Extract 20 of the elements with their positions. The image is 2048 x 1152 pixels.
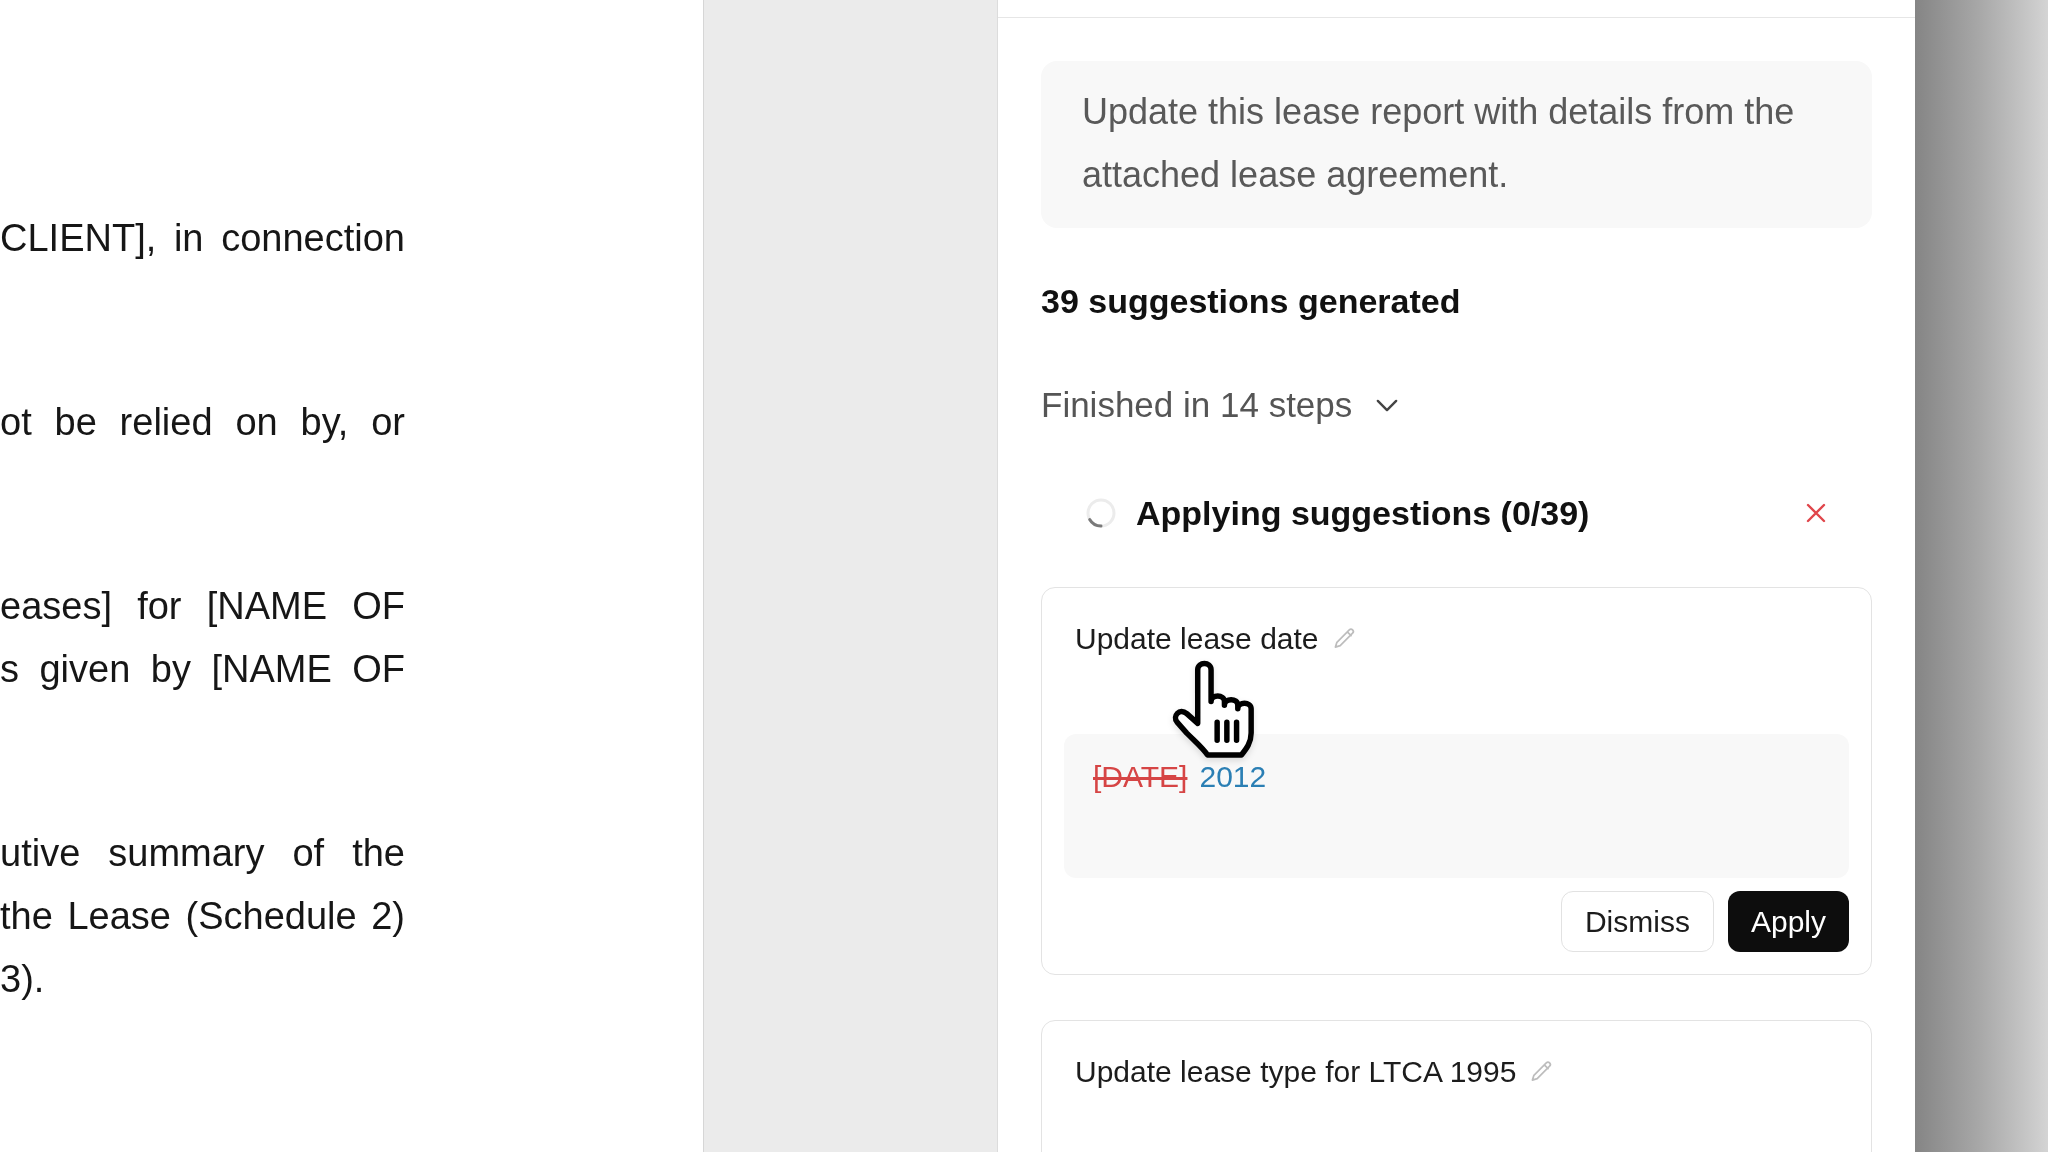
document-text: the Lease (Schedule 2)	[0, 894, 405, 939]
dismiss-button[interactable]: Dismiss	[1560, 891, 1714, 952]
summary-heading: 39 suggestions generated	[1041, 281, 1461, 322]
document-text: s given by [NAME OF	[0, 647, 405, 692]
document-text: ot be relied on by, or	[0, 400, 405, 445]
document-text: 3).	[0, 957, 45, 1002]
document-text: eases] for [NAME OF	[0, 584, 405, 629]
apply-button[interactable]: Apply	[1727, 891, 1849, 952]
document-text: utive summary of the	[0, 831, 405, 876]
prompt-message: Update this lease report with details from the attached lease agreement.	[1041, 61, 1872, 228]
steps-toggle[interactable]: Finished in 14 steps	[1041, 383, 1399, 427]
close-icon[interactable]	[1806, 503, 1826, 523]
added-text: 2012	[1199, 762, 1267, 792]
removed-text: [DATE]	[1093, 762, 1188, 792]
suggestion-title: Update lease date	[1075, 621, 1319, 657]
suggestion-title: Update lease type for LTCA 1995	[1075, 1054, 1517, 1090]
progress-label: Applying suggestions (0/39)	[1136, 493, 1590, 534]
spinner-icon	[1086, 498, 1116, 528]
pencil-icon[interactable]	[1332, 627, 1357, 651]
document-text: CLIENT], in connection	[0, 216, 405, 261]
